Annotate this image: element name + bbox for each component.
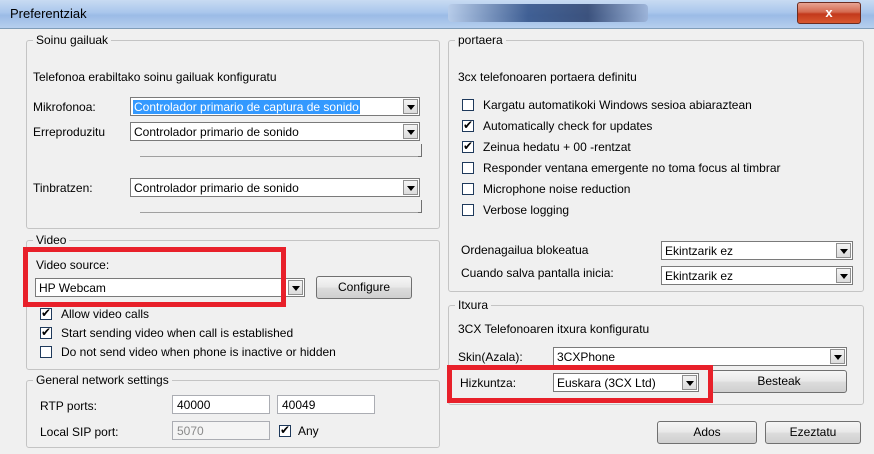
playback-label: Erreproduzitu <box>33 125 106 139</box>
preferences-window: Preferentziak x Soinu gailuak Telefonoa … <box>0 0 874 454</box>
cancel-button[interactable]: Ezeztatu <box>765 421 861 444</box>
verbose-logging-label: Verbose logging <box>483 203 570 217</box>
noise-reduction-checkbox[interactable] <box>462 183 474 195</box>
skin-select[interactable]: 3CXPhone <box>553 347 847 366</box>
microphone-select[interactable]: Controlador primario de captura de sonid… <box>130 97 420 116</box>
microphone-label: Mikrofonoa: <box>33 100 96 114</box>
any-port-checkbox[interactable] <box>279 423 291 437</box>
allow-video-calls-checkbox[interactable] <box>40 306 52 320</box>
skin-label: Skin(Azala): <box>458 350 523 364</box>
chevron-down-icon[interactable] <box>288 280 303 295</box>
extend-prefix-label: Zeinua hedatu + 00 -rentzat <box>483 140 631 154</box>
check-updates-label: Automatically check for updates <box>483 119 653 133</box>
rtp-ports-label: RTP ports: <box>40 399 97 413</box>
window-title: Preferentziak <box>10 6 87 21</box>
chevron-down-icon[interactable] <box>836 268 851 283</box>
no-video-inactive-checkbox[interactable] <box>40 346 52 358</box>
close-button[interactable]: x <box>797 2 861 24</box>
title-bar[interactable]: Preferentziak x <box>0 0 874 29</box>
allow-video-calls-label: Allow video calls <box>61 307 150 321</box>
screensaver-select[interactable]: Ekintzarik ez <box>661 266 853 285</box>
autostart-label: Kargatu automatikoki Windows sesioa abia… <box>483 98 752 112</box>
blurred-titlebar-region <box>448 4 648 22</box>
appearance-description: 3CX Telefonoaren itxura konfiguratu <box>458 322 650 336</box>
sound-devices-legend: Soinu gailuak <box>33 33 112 47</box>
check-updates-checkbox[interactable] <box>462 118 474 132</box>
chevron-down-icon[interactable] <box>830 349 845 364</box>
configure-button[interactable]: Configure <box>316 276 412 299</box>
slider-knob[interactable] <box>418 200 422 213</box>
appearance-legend: Itxura <box>455 298 492 312</box>
network-settings-legend: General network settings <box>33 373 172 387</box>
slider-knob[interactable] <box>418 144 422 157</box>
rtp-port-to-input[interactable]: 40049 <box>277 395 375 414</box>
start-video-label: Start sending video when call is establi… <box>61 326 294 340</box>
video-legend: Video <box>33 233 70 247</box>
popup-focus-label: Responder ventana emergente no toma focu… <box>483 161 781 175</box>
no-video-inactive-label: Do not send video when phone is inactive… <box>61 345 336 359</box>
microphone-value: Controlador primario de captura de sonid… <box>133 100 360 114</box>
autostart-checkbox[interactable] <box>462 99 474 111</box>
ringer-value: Controlador primario de sonido <box>134 181 299 195</box>
computer-locked-label: Ordenagailua blokeatua <box>461 243 589 257</box>
chevron-down-icon[interactable] <box>836 243 851 258</box>
ringer-select[interactable]: Controlador primario de sonido <box>130 178 420 197</box>
video-source-highlight <box>23 247 286 307</box>
any-port-label: Any <box>298 424 319 438</box>
chevron-down-icon[interactable] <box>403 180 418 195</box>
screensaver-label: Cuando salva pantalla inicia: <box>461 266 614 280</box>
playback-value: Controlador primario de sonido <box>134 125 299 139</box>
others-button[interactable]: Besteak <box>711 370 847 393</box>
language-highlight <box>447 365 713 403</box>
computer-locked-value: Ekintzarik ez <box>665 244 734 258</box>
ok-button[interactable]: Ados <box>657 421 757 444</box>
rtp-port-to-value: 40049 <box>282 398 316 412</box>
start-video-checkbox[interactable] <box>40 325 52 339</box>
local-sip-port-input[interactable]: 5070 <box>172 421 270 440</box>
ringer-label: Tinbratzen: <box>33 181 93 195</box>
behavior-description: 3cx telefonoaren portaera definitu <box>458 70 637 84</box>
local-sip-port-value: 5070 <box>177 424 204 438</box>
noise-reduction-label: Microphone noise reduction <box>483 182 631 196</box>
rtp-port-from-value: 40000 <box>177 398 211 412</box>
extend-prefix-checkbox[interactable] <box>462 139 474 153</box>
popup-focus-checkbox[interactable] <box>462 162 474 174</box>
playback-volume-slider[interactable] <box>140 144 422 157</box>
chevron-down-icon[interactable] <box>403 99 418 114</box>
skin-value: 3CXPhone <box>557 350 616 364</box>
sound-description: Telefonoa erabiltako soinu gailuak konfi… <box>33 70 277 84</box>
ringer-volume-slider[interactable] <box>140 200 422 213</box>
local-sip-port-label: Local SIP port: <box>40 425 119 439</box>
playback-select[interactable]: Controlador primario de sonido <box>130 122 420 141</box>
rtp-port-from-input[interactable]: 40000 <box>172 395 270 414</box>
behavior-legend: portaera <box>455 33 506 47</box>
screensaver-value: Ekintzarik ez <box>665 269 734 283</box>
verbose-logging-checkbox[interactable] <box>462 204 474 216</box>
chevron-down-icon[interactable] <box>403 124 418 139</box>
computer-locked-select[interactable]: Ekintzarik ez <box>661 241 853 260</box>
